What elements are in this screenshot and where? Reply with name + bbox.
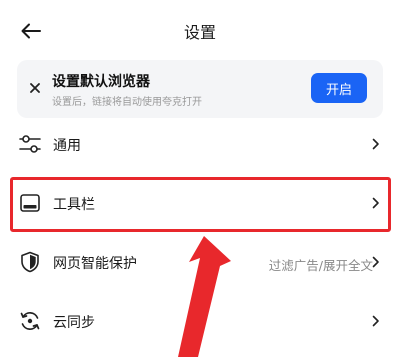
close-icon (30, 83, 40, 93)
settings-row-cloud-sync[interactable]: 云同步 (0, 295, 400, 351)
banner-title: 设置默认浏览器 (52, 74, 150, 90)
settings-page: 设置 设置默认浏览器 设置后，链接将自动使用夸克打开 开启 通用 工具栏 网页智… (0, 0, 400, 357)
chevron-right-icon (371, 254, 381, 270)
row-value: 过滤广告/展开全文 (268, 258, 373, 273)
chevron-right-icon (371, 136, 381, 152)
settings-row-general[interactable]: 通用 (0, 118, 400, 174)
page-title: 设置 (183, 23, 216, 42)
sliders-icon (19, 133, 41, 155)
settings-row-web-protection[interactable]: 网页智能保护 过滤广告/展开全文 (0, 236, 400, 292)
row-label: 通用 (53, 138, 81, 154)
chevron-right-icon (371, 313, 381, 329)
shield-icon (19, 251, 41, 273)
row-label: 网页智能保护 (53, 256, 137, 272)
header: 设置 (0, 0, 400, 60)
enable-button[interactable]: 开启 (311, 73, 367, 103)
default-browser-banner: 设置默认浏览器 设置后，链接将自动使用夸克打开 开启 (17, 60, 383, 118)
banner-subtitle: 设置后，链接将自动使用夸克打开 (52, 97, 202, 108)
row-label: 云同步 (53, 315, 95, 331)
banner-close-button[interactable] (27, 80, 43, 96)
highlight-box (10, 177, 391, 232)
sync-icon (19, 310, 41, 332)
